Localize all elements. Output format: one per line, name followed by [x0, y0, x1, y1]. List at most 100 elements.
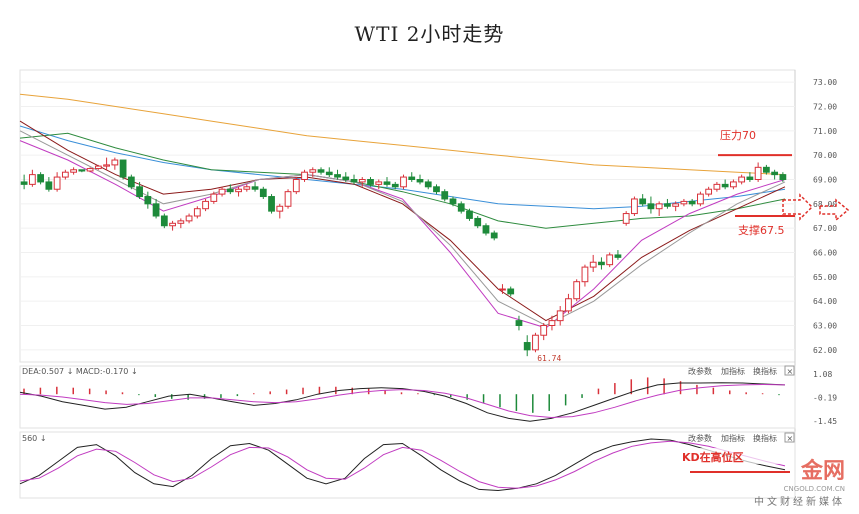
price-tick-label: 71.00: [813, 127, 837, 136]
candle: [350, 179, 358, 183]
kd-d-line: [19, 440, 786, 489]
candle: [680, 200, 688, 205]
macd-tick-label: 1.08: [813, 370, 832, 379]
candle: [598, 261, 605, 266]
candle: [185, 215, 193, 222]
candle: [61, 171, 69, 178]
macd-tick-label: -1.45: [813, 417, 837, 426]
moving-average-line: [19, 125, 786, 210]
candle: [408, 176, 416, 180]
kd-add-indicator-button[interactable]: 加指标: [721, 433, 745, 443]
candle: [111, 159, 119, 166]
candle: [713, 183, 721, 190]
candle: [507, 288, 515, 295]
kd-header: 560 ↓: [22, 434, 47, 443]
candle: [664, 203, 671, 207]
candle: [697, 193, 704, 205]
candle: [655, 203, 663, 210]
candle: [292, 179, 300, 193]
price-tick-label: 64.00: [813, 297, 837, 306]
low-price-label: 61.74: [537, 354, 561, 363]
candle: [78, 169, 86, 172]
candle: [581, 266, 589, 283]
watermark-cn: 中文财经新媒体: [754, 497, 845, 508]
candle: [20, 181, 28, 185]
candle: [45, 181, 53, 190]
candle: [284, 191, 292, 207]
price-tick-label: 67.00: [813, 224, 837, 233]
candle: [358, 179, 366, 183]
candle: [482, 225, 490, 234]
main-panel-frame: [19, 69, 796, 363]
candle: [119, 159, 127, 178]
candle: [28, 174, 36, 185]
kd-k-line: [19, 438, 786, 492]
candle: [721, 183, 729, 188]
macd-dif-line: [19, 382, 786, 422]
candle: [251, 186, 259, 190]
candle: [433, 186, 440, 193]
candle: [565, 298, 572, 312]
candle: [606, 254, 614, 266]
resistance-label: 压力70: [720, 129, 756, 142]
candle: [268, 196, 275, 212]
candle: [532, 334, 539, 351]
candle: [309, 169, 317, 173]
candle: [416, 179, 424, 183]
macd-dea-line: [19, 383, 786, 419]
candle: [226, 188, 234, 193]
candle: [705, 188, 713, 195]
candle: [276, 205, 284, 212]
candle: [94, 165, 102, 170]
candle: [738, 176, 746, 183]
candle: [457, 203, 465, 212]
candle: [367, 179, 374, 185]
price-tick-label: 73.00: [813, 78, 837, 87]
candle: [383, 181, 391, 185]
candle: [540, 325, 548, 336]
candle: [53, 176, 61, 190]
candle: [556, 310, 564, 322]
price-tick-label: 69.00: [813, 176, 837, 185]
candle: [334, 174, 341, 178]
price-tick-label: 70.00: [813, 151, 837, 160]
candle: [490, 232, 498, 239]
kd-switch-indicator-button[interactable]: 换指标: [753, 433, 777, 443]
candle: [573, 281, 581, 300]
candle: [754, 166, 762, 180]
candle: [144, 196, 152, 205]
price-tick-label: 72.00: [813, 103, 837, 112]
watermark-brand: 金网: [800, 459, 845, 484]
candle: [779, 174, 787, 180]
candle: [325, 171, 333, 176]
candle: [631, 198, 638, 215]
candle: [523, 342, 531, 351]
macd-switch-indicator-button[interactable]: 换指标: [753, 366, 777, 376]
candle: [218, 188, 226, 195]
price-tick-label: 66.00: [813, 249, 837, 258]
candle: [375, 181, 383, 185]
wti-chart: 73.00 72.00 71.00 70.00 69.00 68.00 67.00 66.00…: [19, 69, 850, 500]
kd-params-button[interactable]: 改参数: [688, 433, 712, 443]
candle: [441, 191, 449, 200]
candle: [210, 193, 218, 202]
candle: [622, 213, 630, 224]
candle: [342, 176, 350, 180]
candle: [193, 208, 201, 217]
price-tick-label: 63.00: [813, 322, 837, 331]
candle: [160, 215, 168, 227]
candle: [317, 169, 325, 173]
candle: [301, 171, 308, 180]
candle: [37, 174, 45, 183]
candle: [136, 186, 143, 198]
candle: [235, 188, 242, 193]
candle: [243, 186, 251, 190]
macd-params-button[interactable]: 改参数: [688, 366, 712, 376]
candle: [771, 171, 779, 176]
candle: [730, 181, 737, 188]
candle: [639, 198, 647, 205]
price-tick-label: 65.00: [813, 273, 837, 282]
candle: [400, 176, 407, 188]
macd-add-indicator-button[interactable]: 加指标: [721, 366, 745, 376]
macd-header: DEA:0.507 ↓ MACD:-0.170 ↓: [22, 367, 138, 376]
